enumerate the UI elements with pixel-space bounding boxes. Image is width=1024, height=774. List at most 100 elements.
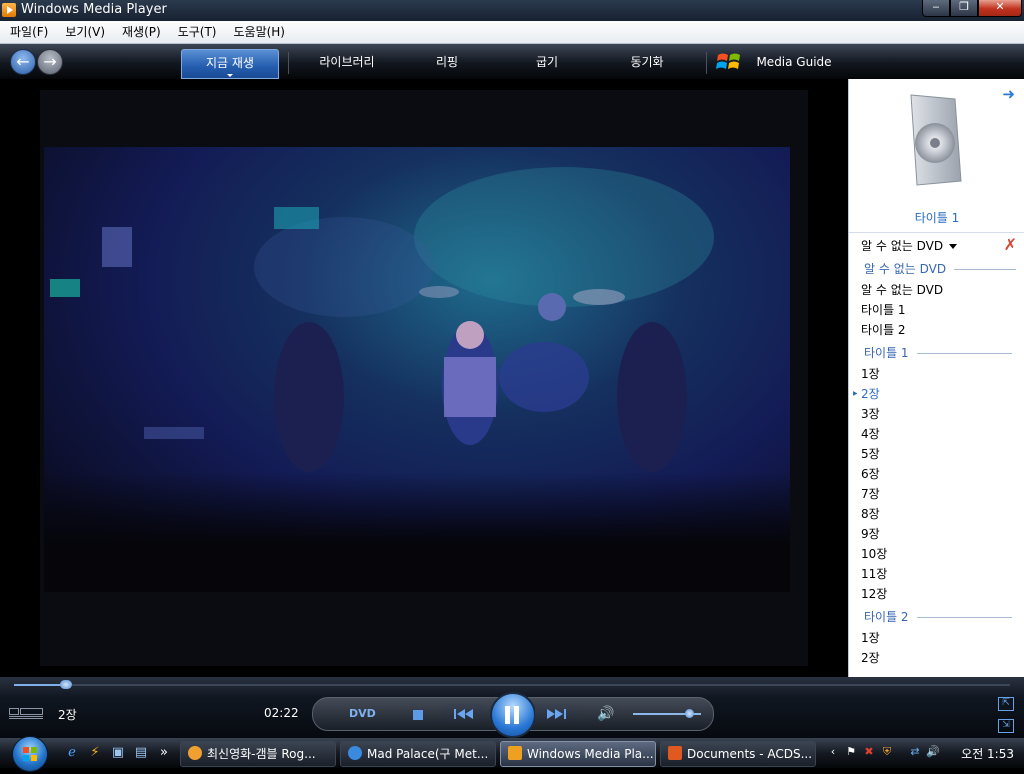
- menu-help[interactable]: 도움말(H): [223, 21, 292, 43]
- switch-to-skin-icon[interactable]: ⇱: [998, 697, 1014, 711]
- dvd-menu-button[interactable]: DVD: [349, 704, 376, 724]
- maximize-button[interactable]: ❐: [950, 0, 978, 17]
- playlist-panel: ➜ 타이틀 1 알 수 없는 DVD ✗ 알 수 없는 DVD 알 수 없는 D…: [848, 79, 1024, 677]
- video-frame[interactable]: [40, 90, 808, 666]
- internet-explorer-icon[interactable]: ℯ: [64, 745, 80, 761]
- windows-logo-icon: [23, 747, 37, 761]
- list-item-chapter[interactable]: 8장: [861, 505, 880, 522]
- menu-view[interactable]: 보기(V): [55, 21, 112, 43]
- taskbar-button-media-player[interactable]: Windows Media Pla...: [500, 741, 656, 767]
- show-desktop-icon[interactable]: ▣: [110, 745, 126, 761]
- list-item-chapter[interactable]: 1장: [861, 629, 880, 646]
- list-item-chapter[interactable]: 9장: [861, 525, 880, 542]
- playlist-dropdown-label: 알 수 없는 DVD: [861, 239, 944, 253]
- clear-list-icon[interactable]: ✗: [1004, 235, 1017, 254]
- pause-button[interactable]: [490, 692, 536, 738]
- forward-arrow-icon[interactable]: →: [37, 49, 63, 75]
- section-heading-title-2: 타이틀 2: [864, 608, 1012, 625]
- list-item-disc[interactable]: 알 수 없는 DVD: [861, 281, 943, 298]
- navigation-bar: ← → 지금 재생 라이브러리 리핑 굽기 동기화 Media Guide: [0, 44, 1024, 79]
- acdsee-icon: [668, 746, 682, 760]
- tab-separator: [706, 52, 707, 74]
- elapsed-time: 02:22: [264, 706, 299, 720]
- list-item-chapter-current[interactable]: 2장: [861, 385, 880, 402]
- arrow-right-icon[interactable]: ➜: [1002, 85, 1015, 103]
- dvd-case-icon: [910, 94, 962, 186]
- section-heading-disc: 알 수 없는 DVD: [864, 260, 1017, 277]
- start-button[interactable]: [12, 736, 48, 772]
- list-item-chapter[interactable]: 1장: [861, 365, 880, 382]
- list-item-chapter[interactable]: 11장: [861, 565, 887, 582]
- chevron-left-icon[interactable]: ‹: [826, 745, 840, 759]
- tab-now-playing[interactable]: 지금 재생: [181, 49, 279, 79]
- winamp-icon[interactable]: ⚡: [87, 745, 103, 761]
- current-chapter: 2장: [58, 708, 77, 722]
- close-button[interactable]: ✕: [978, 0, 1022, 17]
- crowd-silhouette: [44, 472, 790, 592]
- taskbar-button-movie[interactable]: 최신영화-갬블 Rog...: [180, 741, 336, 767]
- seek-bar[interactable]: [14, 680, 1010, 689]
- volume-icon[interactable]: 🔊: [926, 745, 940, 759]
- previous-button[interactable]: [441, 704, 485, 724]
- menu-tools[interactable]: 도구(T): [168, 21, 224, 43]
- list-item-chapter[interactable]: 10장: [861, 545, 887, 562]
- tab-burn[interactable]: 굽기: [510, 49, 584, 77]
- stop-button[interactable]: [413, 710, 423, 720]
- skip-forward-icon: [547, 709, 566, 719]
- skip-back-icon: [454, 709, 473, 719]
- minimize-button[interactable]: ‒: [922, 0, 950, 17]
- switch-windows-icon[interactable]: ▤: [133, 745, 149, 761]
- playback-controls-bar: 2장 02:22 DVD 🔊 ⇱ ⇲: [0, 677, 1024, 738]
- list-item-title-2[interactable]: 타이틀 2: [861, 321, 906, 338]
- list-item-chapter[interactable]: 2장: [861, 649, 880, 666]
- chevron-down-icon: [949, 244, 958, 249]
- safely-remove-icon[interactable]: ⚑: [844, 745, 858, 759]
- speaker-icon[interactable]: 🔊: [597, 704, 614, 724]
- tab-separator: [288, 52, 289, 74]
- volume-thumb[interactable]: [684, 709, 694, 718]
- media-player-app-icon: [508, 746, 522, 760]
- list-item-chapter[interactable]: 6장: [861, 465, 880, 482]
- playlist-dropdown[interactable]: 알 수 없는 DVD: [861, 237, 958, 254]
- tab-sync[interactable]: 동기화: [608, 49, 686, 77]
- clock[interactable]: 오전 1:53: [961, 745, 1014, 762]
- list-item-chapter[interactable]: 4장: [861, 425, 880, 442]
- more-quicklaunch-icon[interactable]: »: [156, 745, 172, 761]
- security-shield-icon[interactable]: ⛨: [880, 745, 894, 759]
- antivirus-icon[interactable]: ✖: [862, 745, 876, 759]
- dolby-digital-logo: [9, 708, 43, 720]
- tab-now-playing-label: 지금 재생: [206, 56, 254, 70]
- panel-divider: [849, 232, 1024, 233]
- seek-thumb[interactable]: [59, 680, 72, 689]
- window-title: Windows Media Player: [21, 2, 167, 17]
- tab-library[interactable]: 라이브러리: [300, 49, 394, 77]
- list-item-chapter[interactable]: 3장: [861, 405, 880, 422]
- list-item-chapter[interactable]: 7장: [861, 485, 880, 502]
- window-title-bar[interactable]: Windows Media Player ‒ ❐ ✕: [0, 0, 1024, 21]
- compact-mode-icon[interactable]: ⇲: [998, 719, 1014, 733]
- menu-file[interactable]: 파일(F): [0, 21, 55, 43]
- list-item-chapter[interactable]: 12장: [861, 585, 887, 602]
- window-controls: ‒ ❐ ✕: [922, 0, 1022, 17]
- list-item-chapter[interactable]: 5장: [861, 445, 880, 462]
- taskbar-button-mad-palace[interactable]: Mad Palace(구 Met...: [340, 741, 496, 767]
- seek-bar-fill: [14, 684, 66, 686]
- back-arrow-icon[interactable]: ←: [10, 49, 36, 75]
- now-playing-marker-icon: ▶: [853, 390, 858, 397]
- menu-play[interactable]: 재생(P): [112, 21, 168, 43]
- system-tray: ‹ ⚑ ✖ ⛨ ⇄ 🔊 오전 1:53: [822, 738, 1024, 768]
- list-item-title-1[interactable]: 타이틀 1: [861, 301, 906, 318]
- internet-explorer-icon: [348, 746, 362, 760]
- disc-title: 타이틀 1: [914, 211, 960, 225]
- browser-icon: [188, 746, 202, 760]
- dolby-logo-icon: [9, 708, 43, 719]
- menu-bar: 파일(F) 보기(V) 재생(P) 도구(T) 도움말(H): [0, 21, 1024, 44]
- network-icon[interactable]: ⇄: [908, 745, 922, 759]
- concert-video-image: [44, 147, 790, 592]
- taskbar-button-acdsee[interactable]: Documents - ACDS...: [660, 741, 816, 767]
- chevron-down-icon[interactable]: [227, 74, 233, 77]
- tab-rip[interactable]: 리핑: [410, 49, 484, 77]
- next-button[interactable]: [535, 704, 579, 724]
- tab-media-guide[interactable]: Media Guide: [748, 49, 840, 77]
- video-area[interactable]: [0, 79, 848, 677]
